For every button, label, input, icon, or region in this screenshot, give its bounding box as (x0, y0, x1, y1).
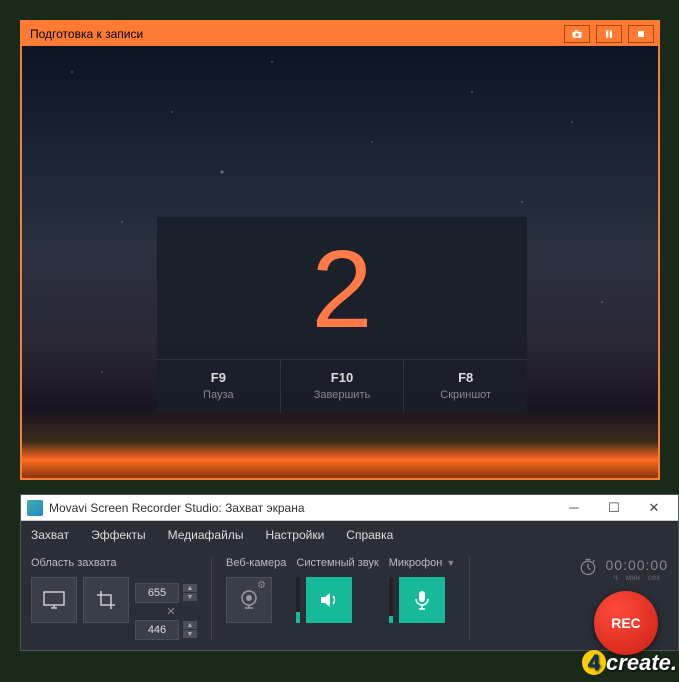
stop-button[interactable] (628, 25, 654, 43)
camera-icon (571, 28, 583, 40)
menu-capture[interactable]: Захват (31, 528, 69, 542)
watermark: 4create. (582, 650, 677, 676)
divider (211, 557, 212, 640)
timer-digits: 00:00:00 (606, 557, 669, 573)
overlay-title: Подготовка к записи (26, 27, 558, 41)
crop-icon (95, 589, 117, 611)
menu-media[interactable]: Медиафайлы (168, 528, 244, 542)
app-icon (27, 500, 43, 516)
clock-icon[interactable] (578, 557, 598, 582)
capture-area-frame: Подготовка к записи 2 F9 Пауза F10 Завер… (20, 20, 660, 480)
countdown-number: 2 (157, 217, 527, 359)
hotkey-row: F9 Пауза F10 Завершить F8 Скриншот (157, 359, 527, 413)
minimize-button[interactable]: ─ (554, 495, 594, 521)
pause-button[interactable] (596, 25, 622, 43)
microphone-label: Микрофон▼ (389, 557, 456, 569)
monitor-icon (42, 590, 66, 610)
microphone-toggle[interactable] (399, 577, 445, 623)
countdown-panel: 2 F9 Пауза F10 Завершить F8 Скриншот (157, 217, 527, 413)
close-button[interactable]: ✕ (634, 495, 674, 521)
hotkey-key: F8 (404, 370, 527, 385)
menu-effects[interactable]: Эффекты (91, 528, 146, 542)
height-up[interactable]: ▲ (183, 621, 197, 630)
fullscreen-button[interactable] (31, 577, 77, 623)
width-down[interactable]: ▼ (183, 593, 197, 602)
camera-button[interactable] (564, 25, 590, 43)
system-audio-section: Системный звук (296, 557, 378, 640)
width-up[interactable]: ▲ (183, 584, 197, 593)
hotkey-screenshot: F8 Скриншот (404, 360, 527, 413)
mic-level (389, 577, 393, 623)
hotkey-key: F9 (157, 370, 280, 385)
pause-icon (603, 28, 615, 40)
dimension-separator: ✕ (145, 605, 197, 618)
microphone-icon (410, 588, 434, 612)
hotkey-key: F10 (281, 370, 404, 385)
webcam-toggle[interactable]: ⚙ (226, 577, 272, 623)
window-title: Movavi Screen Recorder Studio: Захват эк… (49, 501, 554, 515)
menu-help[interactable]: Справка (346, 528, 393, 542)
record-button[interactable]: REC (594, 591, 658, 655)
maximize-button[interactable]: ☐ (594, 495, 634, 521)
width-input[interactable] (135, 583, 179, 603)
chevron-down-icon[interactable]: ▼ (446, 558, 455, 568)
system-audio-toggle[interactable] (306, 577, 352, 623)
overlay-top-bar: Подготовка к записи (22, 22, 658, 46)
hotkey-label: Скриншот (404, 389, 527, 401)
record-section: 00:00:00 ч мин сек REC (578, 557, 669, 640)
system-audio-label: Системный звук (296, 557, 378, 569)
timer: 00:00:00 ч мин сек (578, 557, 669, 582)
dimension-inputs: ▲ ▼ ✕ ▲ ▼ (135, 583, 197, 640)
app-window: Movavi Screen Recorder Studio: Захват эк… (20, 494, 679, 651)
crop-button[interactable] (83, 577, 129, 623)
microphone-section: Микрофон▼ (389, 557, 456, 640)
height-input[interactable] (135, 620, 179, 640)
height-down[interactable]: ▼ (183, 630, 197, 639)
hotkey-pause: F9 Пауза (157, 360, 281, 413)
hotkey-label: Пауза (157, 389, 280, 401)
capture-area-label: Область захвата (31, 557, 197, 569)
webcam-section: Веб-камера ⚙ (226, 557, 286, 640)
webcam-label: Веб-камера (226, 557, 286, 569)
hotkey-stop: F10 Завершить (281, 360, 405, 413)
gear-icon[interactable]: ⚙ (257, 580, 269, 592)
title-bar: Movavi Screen Recorder Studio: Захват эк… (21, 495, 678, 521)
control-panel: Область захвата ▲ ▼ ✕ (21, 549, 678, 650)
divider (469, 557, 470, 640)
menu-settings[interactable]: Настройки (265, 528, 324, 542)
speaker-icon (317, 588, 341, 612)
system-audio-level (296, 577, 300, 623)
menu-bar: Захват Эффекты Медиафайлы Настройки Спра… (21, 521, 678, 549)
record-label: REC (611, 615, 641, 631)
hotkey-label: Завершить (281, 389, 404, 401)
timer-unit-labels: ч мин сек (613, 573, 660, 582)
capture-area-section: Область захвата ▲ ▼ ✕ (31, 557, 197, 640)
stop-icon (635, 28, 647, 40)
